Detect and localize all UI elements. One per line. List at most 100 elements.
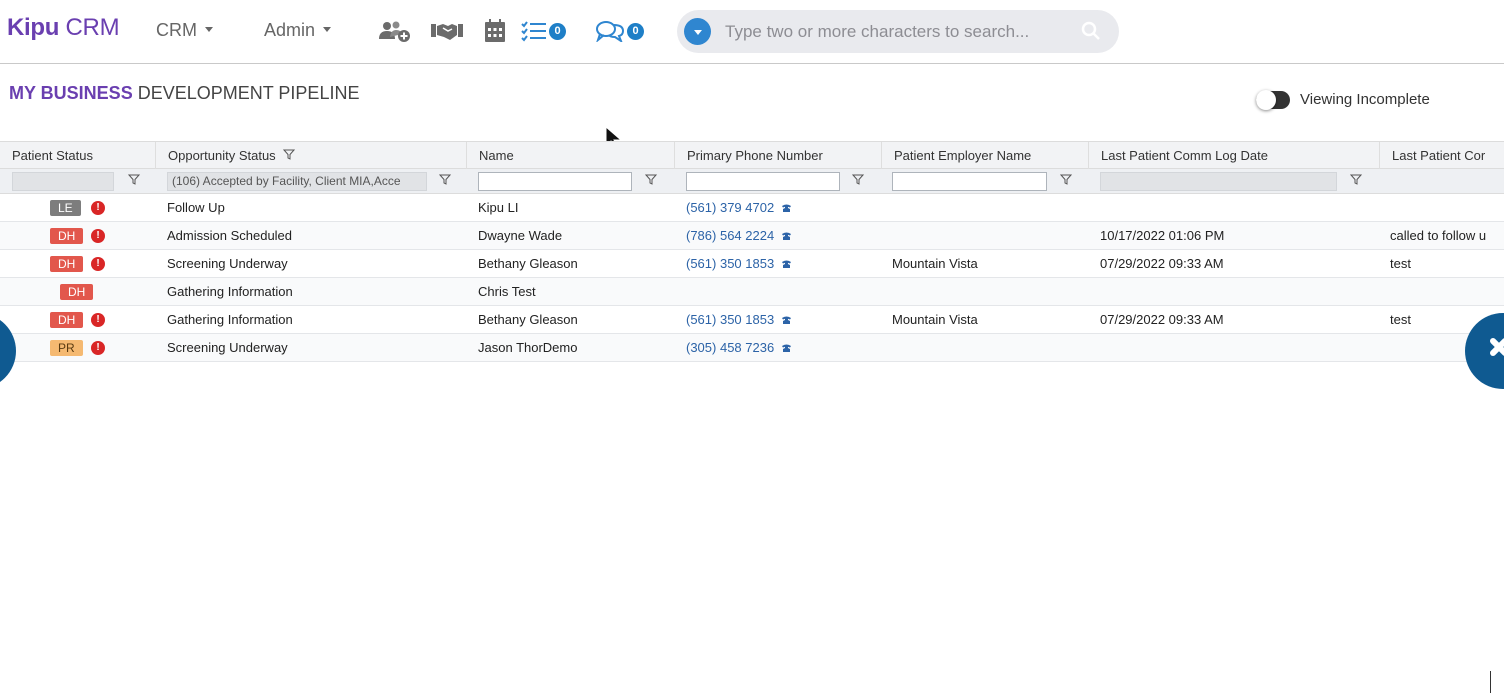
column-header-last-comm[interactable]: Last Patient Cor xyxy=(1379,142,1504,169)
funnel-icon[interactable] xyxy=(128,174,140,185)
messages-button[interactable]: 0 xyxy=(595,18,644,44)
page-title-strong: MY BUSINESS xyxy=(9,83,133,103)
phone-number-link[interactable]: (305) 458 7236 xyxy=(686,340,774,355)
text-caret xyxy=(1490,671,1491,693)
funnel-icon[interactable] xyxy=(645,174,657,185)
column-header-employer[interactable]: Patient Employer Name xyxy=(881,142,1087,169)
cell-name[interactable]: Kipu LI xyxy=(478,194,673,221)
phone-number-link[interactable]: (561) 379 4702 xyxy=(686,200,774,215)
phone-number-link[interactable]: (561) 350 1853 xyxy=(686,312,774,327)
phone-number-link[interactable]: (561) 350 1853 xyxy=(686,256,774,271)
handshake-icon[interactable] xyxy=(430,18,464,44)
column-header-primary-phone[interactable]: Primary Phone Number xyxy=(674,142,880,169)
cell-opportunity-status: Gathering Information xyxy=(167,284,293,299)
column-header-opportunity-status-label: Opportunity Status xyxy=(168,148,276,163)
cell-employer xyxy=(892,278,1087,305)
admin-menu-label: Admin xyxy=(264,20,316,40)
cell-name[interactable]: Dwayne Wade xyxy=(478,222,673,249)
table-row[interactable]: DH! Admission Scheduled Dwayne Wade (786) 5… xyxy=(0,222,1504,250)
cell-last-comm-date xyxy=(1100,194,1378,221)
cell-opportunity-status: Gathering Information xyxy=(167,312,293,327)
phone-icon[interactable] xyxy=(781,231,792,241)
toggle-knob xyxy=(1256,90,1276,110)
chevron-down-icon xyxy=(205,26,213,32)
chevron-down-icon xyxy=(323,26,332,32)
phone-icon[interactable] xyxy=(781,315,792,325)
messages-count-badge: 0 xyxy=(627,22,644,40)
toggle-label: Viewing Incomplete xyxy=(1300,91,1430,108)
grid-body: LE! Follow Up Kipu LI (561) 379 4702 DH! Admi… xyxy=(0,194,1504,362)
table-row[interactable]: DH! Screening Underway Bethany Gleason (561… xyxy=(0,250,1504,278)
cell-name[interactable]: Jason ThorDemo xyxy=(478,334,673,361)
phone-icon[interactable] xyxy=(781,259,792,269)
cell-opportunity-status: Follow Up xyxy=(167,200,225,215)
phone-number-link[interactable]: (786) 564 2224 xyxy=(686,228,774,243)
cell-phone[interactable]: (305) 458 7236 xyxy=(686,334,881,361)
filter-phone-input[interactable] xyxy=(686,172,840,191)
admin-menu[interactable]: Admin xyxy=(264,20,332,41)
filter-row: (106) Accepted by Facility, Client MIA,A… xyxy=(0,169,1504,194)
page-title-rest: DEVELOPMENT PIPELINE xyxy=(137,83,360,103)
cell-employer xyxy=(892,194,1087,221)
cell-last-comm: called to follow u xyxy=(1390,228,1487,243)
column-header-opportunity-status[interactable]: Opportunity Status xyxy=(155,142,465,169)
cell-last-comm-date: 07/29/2022 09:33 AM xyxy=(1100,312,1224,327)
cell-employer xyxy=(892,334,1087,361)
funnel-icon[interactable] xyxy=(1060,174,1072,185)
table-row[interactable]: DH! Gathering Information Bethany Gleason (… xyxy=(0,306,1504,334)
close-icon xyxy=(1490,338,1504,356)
column-header-patient-status[interactable]: Patient Status xyxy=(12,142,152,169)
grid-header: Patient Status Opportunity Status Name P… xyxy=(0,141,1504,169)
cell-name[interactable]: Bethany Gleason xyxy=(478,250,673,277)
top-navbar: Kipu CRM CRM Admin 0 0 Type two or more … xyxy=(0,0,1504,64)
cell-employer: Mountain Vista xyxy=(892,256,978,271)
cell-name[interactable]: Chris Test xyxy=(478,278,673,305)
viewing-incomplete-toggle[interactable] xyxy=(1256,90,1290,110)
filter-opportunity-status-box[interactable]: (106) Accepted by Facility, Client MIA,A… xyxy=(167,172,427,191)
brand-logo[interactable]: Kipu CRM xyxy=(7,14,120,42)
cell-phone[interactable]: (561) 350 1853 xyxy=(686,250,881,277)
alert-icon[interactable]: ! xyxy=(91,229,105,243)
funnel-icon[interactable] xyxy=(1350,174,1362,185)
alert-icon[interactable]: ! xyxy=(91,313,105,327)
table-row[interactable]: LE! Follow Up Kipu LI (561) 379 4702 xyxy=(0,194,1504,222)
cell-last-comm xyxy=(1390,194,1504,221)
funnel-icon[interactable] xyxy=(852,174,864,185)
add-user-icon[interactable] xyxy=(378,18,412,44)
alert-icon[interactable]: ! xyxy=(91,341,105,355)
cell-phone[interactable]: (561) 350 1853 xyxy=(686,306,881,333)
status-badge: DH xyxy=(60,284,94,300)
cell-opportunity-status: Screening Underway xyxy=(167,256,288,271)
magnifier-icon[interactable] xyxy=(1081,21,1101,46)
status-badge: LE xyxy=(50,200,81,216)
calendar-icon[interactable] xyxy=(484,18,506,44)
filter-name-input[interactable] xyxy=(478,172,632,191)
alert-icon[interactable]: ! xyxy=(91,257,105,271)
search-input[interactable] xyxy=(725,19,1055,45)
cell-name[interactable]: Bethany Gleason xyxy=(478,306,673,333)
cell-phone[interactable]: (786) 564 2224 xyxy=(686,222,881,249)
phone-icon[interactable] xyxy=(781,203,792,213)
table-row[interactable]: DH Gathering Information Chris Test xyxy=(0,278,1504,306)
column-header-name[interactable]: Name xyxy=(466,142,673,169)
filter-last-comm-date-box[interactable] xyxy=(1100,172,1337,191)
cell-phone[interactable]: (561) 379 4702 xyxy=(686,194,881,221)
filter-employer-input[interactable] xyxy=(892,172,1047,191)
status-badge: DH xyxy=(50,312,84,328)
cell-last-comm-date: 10/17/2022 01:06 PM xyxy=(1100,228,1225,243)
cell-opportunity-status: Screening Underway xyxy=(167,340,288,355)
funnel-icon[interactable] xyxy=(439,174,451,185)
table-row[interactable]: PR! Screening Underway Jason ThorDemo (305)… xyxy=(0,334,1504,362)
tasks-button[interactable]: 0 xyxy=(521,18,566,44)
filter-patient-status-box[interactable] xyxy=(12,172,114,191)
status-badge: DH xyxy=(50,256,84,272)
search-scope-dropdown[interactable] xyxy=(684,18,711,45)
close-overlay-button[interactable] xyxy=(1465,313,1504,389)
cell-last-comm: test xyxy=(1390,256,1411,271)
cell-employer xyxy=(892,222,1087,249)
alert-icon[interactable]: ! xyxy=(91,201,105,215)
column-header-last-comm-date[interactable]: Last Patient Comm Log Date xyxy=(1088,142,1378,169)
brand-bold: Kipu xyxy=(7,14,60,41)
crm-menu[interactable]: CRM xyxy=(156,20,213,41)
phone-icon[interactable] xyxy=(781,343,792,353)
